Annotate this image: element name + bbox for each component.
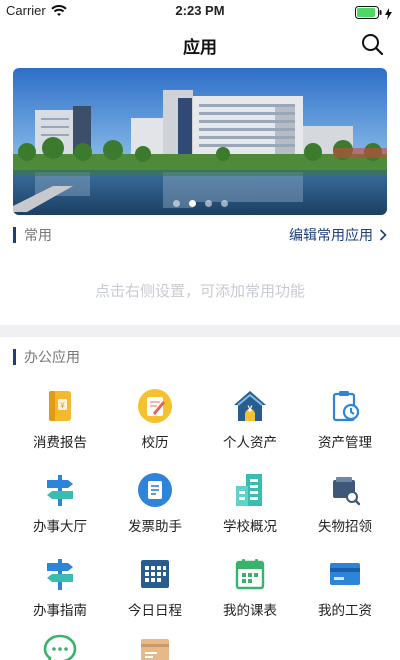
signpost-icon: [42, 472, 78, 508]
app-label: 资产管理: [318, 435, 372, 451]
app-item[interactable]: [10, 632, 110, 660]
common-section-header: 常用 编辑常用应用: [13, 225, 387, 245]
guide-signpost-icon: [42, 556, 78, 592]
office-section-label: 办公应用: [24, 350, 80, 366]
app-label: 消费报告: [33, 435, 87, 451]
status-battery-group: [355, 4, 392, 23]
page-title: 应用: [183, 38, 217, 58]
svg-text:¥: ¥: [247, 404, 252, 414]
app-item[interactable]: 失物招领: [295, 472, 395, 535]
app-item[interactable]: 我的课表: [200, 556, 300, 619]
report-book-icon: ¥: [42, 388, 78, 424]
app-label: 今日日程: [128, 603, 182, 619]
carousel-dot[interactable]: [204, 200, 212, 207]
app-item[interactable]: ¥ 消费报告: [10, 388, 110, 451]
app-label: 我的工资: [318, 603, 372, 619]
carousel-dot[interactable]: [220, 200, 228, 207]
banner-carousel[interactable]: [13, 68, 387, 215]
app-item[interactable]: [105, 632, 205, 660]
app-item[interactable]: ¥ 个人资产: [200, 388, 300, 451]
building-icon: [232, 472, 268, 508]
app-item[interactable]: 校历: [105, 388, 205, 451]
timetable-icon: [232, 556, 268, 592]
status-time: 2:23 PM: [175, 3, 225, 18]
app-label: 校历: [141, 435, 169, 451]
svg-text:¥: ¥: [59, 401, 65, 410]
section-marker: [13, 349, 16, 365]
common-section-label: 常用: [24, 228, 52, 244]
chat-bubble-icon: [42, 632, 78, 660]
app-label: 办事指南: [33, 603, 87, 619]
app-item[interactable]: 资产管理: [295, 388, 395, 451]
invoice-icon: [137, 472, 173, 508]
carousel-dots: [13, 200, 387, 207]
carousel-dot[interactable]: [188, 200, 196, 207]
campus-photo: [13, 68, 387, 215]
app-item[interactable]: 我的工资: [295, 556, 395, 619]
edit-common-apps-label: 编辑常用应用: [289, 228, 373, 244]
app-label: 我的课表: [223, 603, 277, 619]
battery-icon: [355, 4, 383, 23]
app-item[interactable]: 发票助手: [105, 472, 205, 535]
ticket-icon: [137, 632, 173, 660]
salary-card-icon: [327, 556, 363, 592]
app-label: 学校概况: [223, 519, 277, 535]
house-asset-icon: ¥: [232, 388, 268, 424]
office-section-header: 办公应用: [13, 347, 387, 367]
nav-bar: 应用: [0, 22, 400, 66]
empty-common-hint: 点击右侧设置，可添加常用功能: [94, 282, 305, 300]
section-divider: [0, 325, 400, 337]
calendar-note-icon: [137, 388, 173, 424]
app-label: 发票助手: [128, 519, 182, 535]
app-item[interactable]: 办事指南: [10, 556, 110, 619]
status-bar: Carrier 2:23 PM: [0, 0, 400, 22]
carousel-dot[interactable]: [172, 200, 180, 207]
app-label: 失物招领: [318, 519, 372, 535]
app-label: 办事大厅: [33, 519, 87, 535]
app-item[interactable]: 办事大厅: [10, 472, 110, 535]
app-item[interactable]: 今日日程: [105, 556, 205, 619]
section-marker: [13, 227, 16, 243]
wallet-search-icon: [327, 472, 363, 508]
chevron-right-icon: [379, 229, 387, 241]
search-icon[interactable]: [360, 32, 384, 56]
app-label: 个人资产: [223, 435, 277, 451]
app-item[interactable]: 学校概况: [200, 472, 300, 535]
edit-common-apps-link[interactable]: 编辑常用应用: [289, 225, 387, 245]
schedule-grid-icon: [137, 556, 173, 592]
charging-bolt-icon: [385, 7, 392, 20]
clipboard-clock-icon: [327, 388, 363, 424]
